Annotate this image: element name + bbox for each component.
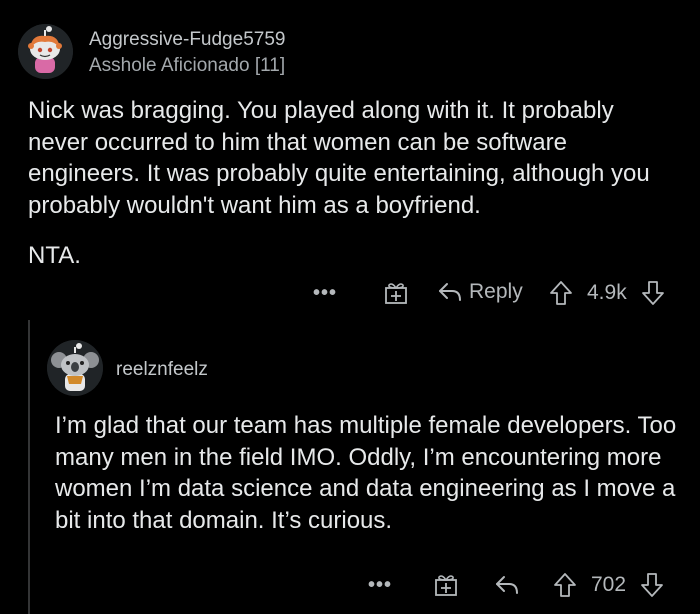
thread-line[interactable] (28, 320, 30, 614)
more-options-icon[interactable]: ••• (368, 574, 392, 597)
downvote-icon[interactable] (639, 571, 665, 599)
reply-arrow-icon (439, 283, 461, 301)
avatar[interactable] (18, 24, 73, 79)
upvote-icon[interactable] (552, 571, 578, 599)
downvote-icon[interactable] (640, 279, 666, 307)
vote-score: 702 (591, 573, 627, 596)
reply-body: I’m glad that our team has multiple fema… (55, 412, 677, 534)
avatar[interactable] (47, 340, 103, 396)
comment-body-paragraph: NTA. (28, 242, 81, 269)
snoo-avatar-icon (18, 24, 73, 79)
vote-control: 4.9k (548, 279, 666, 307)
comment-body-paragraph: Nick was bragging. You played along with… (28, 97, 650, 219)
vote-control: 702 (552, 571, 665, 599)
vote-score: 4.9k (587, 281, 627, 304)
more-options-icon[interactable]: ••• (313, 282, 337, 305)
award-button[interactable] (433, 572, 459, 598)
reply-arrow-icon (496, 576, 518, 594)
user-flair: Asshole Aficionado [11] (89, 55, 286, 76)
award-gift-icon (385, 283, 407, 304)
reply-button[interactable] (494, 573, 520, 597)
award-gift-icon (435, 575, 457, 596)
reply-button[interactable]: Reply (437, 280, 523, 304)
award-button[interactable] (383, 280, 409, 306)
reply-label: Reply (469, 280, 523, 303)
upvote-icon[interactable] (548, 279, 574, 307)
reply-username[interactable]: reelznfeelz (116, 359, 208, 381)
snoo-avatar-icon (47, 340, 103, 396)
comment-username[interactable]: Aggressive-Fudge5759 (89, 29, 285, 51)
